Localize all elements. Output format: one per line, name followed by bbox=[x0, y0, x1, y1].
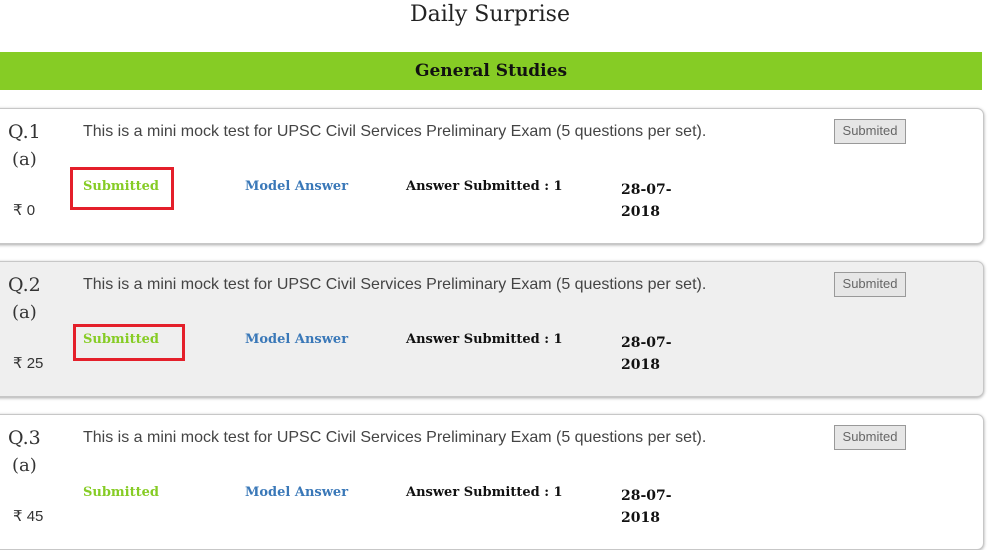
question-price: ₹ 25 bbox=[13, 355, 44, 372]
question-sub: (a) bbox=[12, 455, 37, 476]
question-card-3: Q.3 (a) ₹ 45 This is a mini mock test fo… bbox=[0, 414, 984, 550]
question-sub: (a) bbox=[12, 302, 37, 323]
question-number: Q.2 bbox=[8, 274, 41, 296]
page-title: Daily Surprise bbox=[410, 2, 570, 27]
submitted-button[interactable]: Submited bbox=[834, 425, 906, 450]
question-number: Q.3 bbox=[8, 427, 41, 449]
answer-submitted-count: Answer Submitted : 1 bbox=[406, 179, 563, 194]
question-date: 28-07-2018 bbox=[621, 335, 672, 373]
question-description: This is a mini mock test for UPSC Civil … bbox=[83, 123, 707, 140]
question-price: ₹ 45 bbox=[13, 508, 44, 525]
highlight-box bbox=[73, 324, 185, 361]
model-answer-link[interactable]: Model Answer bbox=[245, 332, 348, 347]
question-date: 28-07-2018 bbox=[621, 182, 672, 220]
submitted-button[interactable]: Submited bbox=[834, 119, 906, 144]
section-banner: General Studies bbox=[0, 52, 982, 90]
submitted-button[interactable]: Submited bbox=[834, 272, 906, 297]
question-description: This is a mini mock test for UPSC Civil … bbox=[83, 429, 707, 446]
question-number: Q.1 bbox=[8, 121, 41, 143]
answer-submitted-count: Answer Submitted : 1 bbox=[406, 485, 563, 500]
question-sub: (a) bbox=[12, 149, 37, 170]
question-description: This is a mini mock test for UPSC Civil … bbox=[83, 276, 707, 293]
status-label: Submitted bbox=[83, 485, 159, 500]
highlight-box bbox=[70, 167, 174, 210]
question-date: 28-07-2018 bbox=[621, 488, 672, 526]
answer-submitted-count: Answer Submitted : 1 bbox=[406, 332, 563, 347]
model-answer-link[interactable]: Model Answer bbox=[245, 179, 348, 194]
question-price: ₹ 0 bbox=[13, 202, 36, 219]
model-answer-link[interactable]: Model Answer bbox=[245, 485, 348, 500]
